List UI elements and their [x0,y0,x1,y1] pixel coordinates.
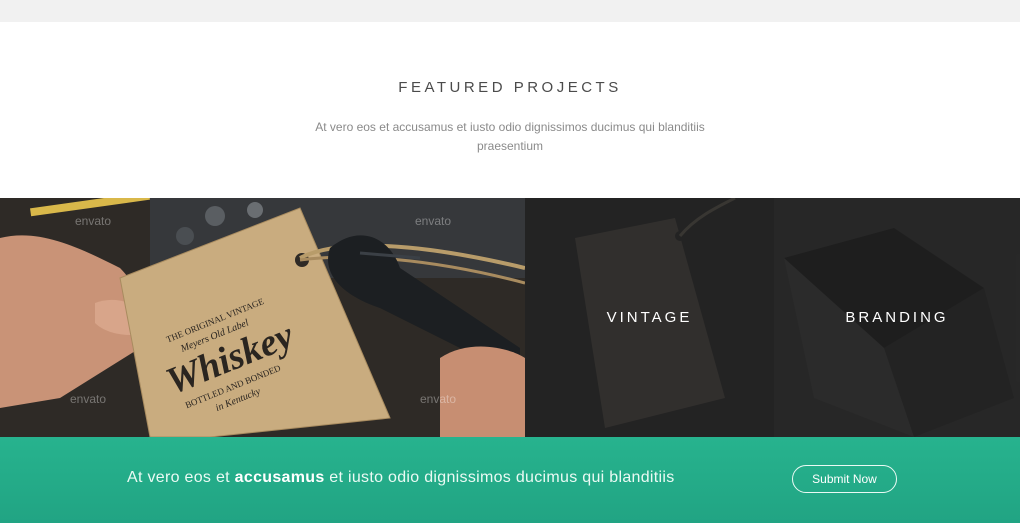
envato-watermark: envato [75,214,112,228]
envato-watermark: envato [70,392,107,406]
top-strip [0,0,1020,22]
envato-watermark: envato [420,392,457,406]
tile-label-branding: BRANDING [845,309,949,326]
tile-label-vintage: VINTAGE [606,309,693,326]
cta-text: At vero eos et accusamus et iusto odio d… [127,469,675,487]
cta-text-bold: accusamus [234,469,325,486]
featured-projects-header: FEATURED PROJECTS At vero eos et accusam… [0,22,1020,198]
cta-text-post: et iusto odio dignissimos ducimus qui bl… [324,469,675,486]
project-tile-vintage[interactable]: VINTAGE [525,198,774,437]
submit-now-button[interactable]: Submit Now [792,465,897,493]
section-title: FEATURED PROJECTS [398,79,622,96]
cta-banner: At vero eos et accusamus et iusto odio d… [0,437,1020,523]
section-description: At vero eos et accusamus et iusto odio d… [315,120,705,153]
cta-text-pre: At vero eos et [127,469,235,486]
project-gallery: THE ORIGINAL VINTAGE Meyers Old Label Wh… [0,198,1020,437]
project-tile-whiskey[interactable]: THE ORIGINAL VINTAGE Meyers Old Label Wh… [0,198,525,437]
envato-watermark: envato [415,214,452,228]
project-tile-branding[interactable]: BRANDING [774,198,1020,437]
